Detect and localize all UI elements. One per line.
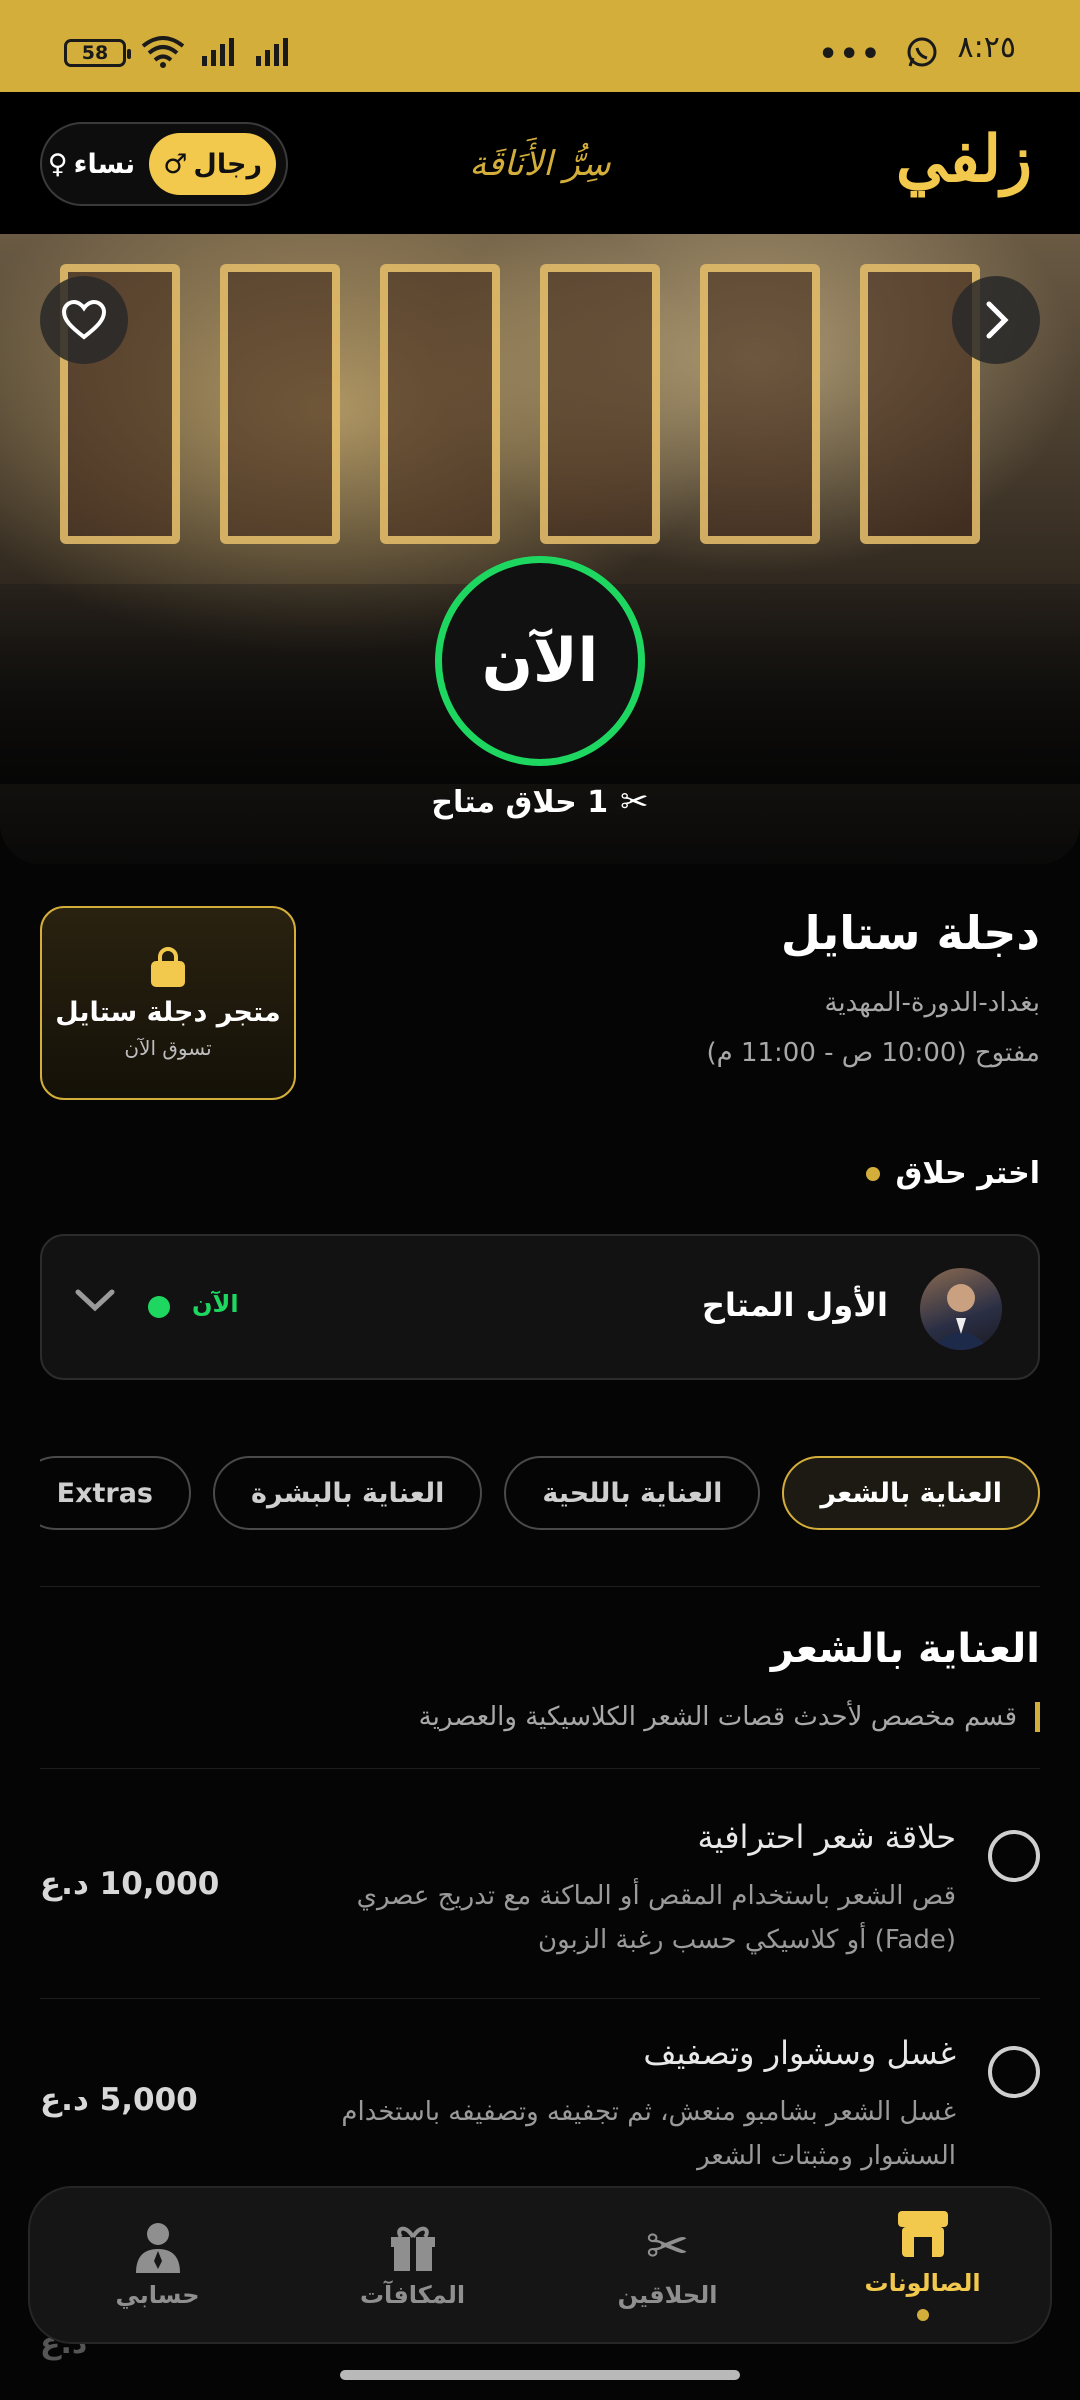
battery-icon: 58 [64,39,131,67]
hero-decor [220,264,340,544]
service-radio[interactable] [988,1830,1040,1882]
hero-decor [700,264,820,544]
status-system-icons: 58 [64,34,294,72]
store-subtitle: تسوق الآن [124,1035,212,1060]
app-logo: زلفي [895,122,1032,197]
service-name: حلاقة شعر احترافية [697,1818,956,1856]
wifi-icon [140,34,186,72]
service-description: غسل الشعر بشامبو منعش، ثم تجفيفه وتصفيفه… [341,2097,956,2171]
hero-decor [540,264,660,544]
signal-icon [200,36,240,70]
heart-icon [61,299,107,340]
status-bar: ٨:٢٥ ••• 58 [0,0,1080,92]
category-chip[interactable]: العناية باللحية [504,1456,761,1530]
status-notifications: ••• [818,34,940,74]
gift-icon [390,2226,435,2271]
person-icon [135,2223,180,2273]
gender-men-option[interactable]: رجال ♂ [149,133,276,195]
online-dot-icon [148,1296,170,1318]
category-chip[interactable]: العناية بالبشرة [213,1456,483,1530]
bottom-nav: الصالونات ✂ الحلاقين المكافآت حسابي [28,2186,1052,2344]
service-description: قص الشعر باستخدام المقص أو الماكنة مع تد… [356,1881,956,1955]
choose-barber-text: اختر حلاق [895,1156,1040,1191]
shopping-bag-icon [151,946,185,987]
barber-dropdown[interactable]: الأول المتاح الآن [40,1234,1040,1380]
nav-salons[interactable]: الصالونات [823,2209,1023,2321]
nav-rewards[interactable]: المكافآت [313,2221,513,2309]
chevron-down-icon[interactable] [74,1286,116,1320]
salon-hero-image: الآن ✂ 1 حلاق متاح [0,234,1080,864]
service-price: 10,000 د.ع [40,1866,220,1902]
nav-account-label: حسابي [115,2281,200,2309]
scissors-icon: ✂ [645,2217,690,2277]
whatsapp-icon [904,34,940,74]
category-chip[interactable]: العناية بالشعر [782,1456,1040,1530]
category-tabs: العناية بالشعر العناية باللحية العناية بال… [40,1456,1040,1556]
divider [40,1998,1040,1999]
service-name: غسل وسشوار وتصفيف [643,2034,956,2072]
next-image-button[interactable] [952,276,1040,364]
divider [40,1768,1040,1769]
service-item[interactable]: حلاقة شعر احترافية قص الشعر باستخدام الم… [40,1818,1040,2018]
store-icon [897,2211,948,2257]
app-header: زلفي سِرُّ الأَنَاقَة رجال ♂ نساء ♀ [0,92,1080,234]
hero-decor [380,264,500,544]
category-description: قسم مخصص لأحدث قصات الشعر الكلاسيكية وال… [419,1702,1040,1732]
availability-circle: الآن [435,556,645,766]
gender-women-option[interactable]: نساء ♀ [34,133,149,195]
female-icon: ♀ [47,148,68,180]
scissors-icon: ✂ [620,782,649,822]
nav-salons-label: الصالونات [864,2269,981,2297]
gender-women-label: نساء [73,148,136,180]
divider [40,1586,1040,1587]
gender-men-label: رجال [193,148,262,180]
gender-toggle[interactable]: رجال ♂ نساء ♀ [40,122,288,206]
service-price: 5,000 د.ع [40,2082,198,2118]
nav-account[interactable]: حسابي [58,2221,258,2309]
status-time: ٨:٢٥ [957,30,1016,65]
nav-barbers[interactable]: ✂ الحلاقين [568,2221,768,2309]
salon-hours: مفتوح (10:00 ص - 11:00 م) [706,1038,1040,1068]
available-barbers: ✂ 1 حلاق متاح [431,782,648,822]
nav-rewards-label: المكافآت [359,2281,466,2309]
salon-name: دجلة ستايل [780,906,1040,960]
choose-barber-label: اختر حلاق [865,1156,1040,1191]
store-card[interactable]: متجر دجلة ستايل تسوق الآن [40,906,296,1100]
favorite-button[interactable] [40,276,128,364]
male-icon: ♂ [163,148,188,180]
barber-status: الآن [192,1290,239,1318]
chevron-right-icon [986,301,1009,339]
more-dots-icon: ••• [818,36,882,72]
gold-dot-icon [865,1166,880,1181]
salon-location: بغداد-الدورة-المهدية [824,988,1040,1018]
app-slogan: سِرُّ الأَنَاقَة [469,144,611,184]
category-chip[interactable]: Extras [40,1456,191,1530]
nav-barbers-label: الحلاقين [617,2281,718,2309]
active-indicator [916,2309,929,2321]
category-title: العناية بالشعر [770,1626,1040,1672]
available-barbers-text: 1 حلاق متاح [431,784,609,820]
barber-name: الأول المتاح [701,1286,888,1324]
battery-level: 58 [81,42,109,64]
store-title: متجر دجلة ستايل [55,996,281,1028]
service-radio[interactable] [988,2046,1040,2098]
home-indicator[interactable] [340,2370,740,2380]
signal-icon-2 [254,36,294,70]
avatar [920,1268,1002,1350]
